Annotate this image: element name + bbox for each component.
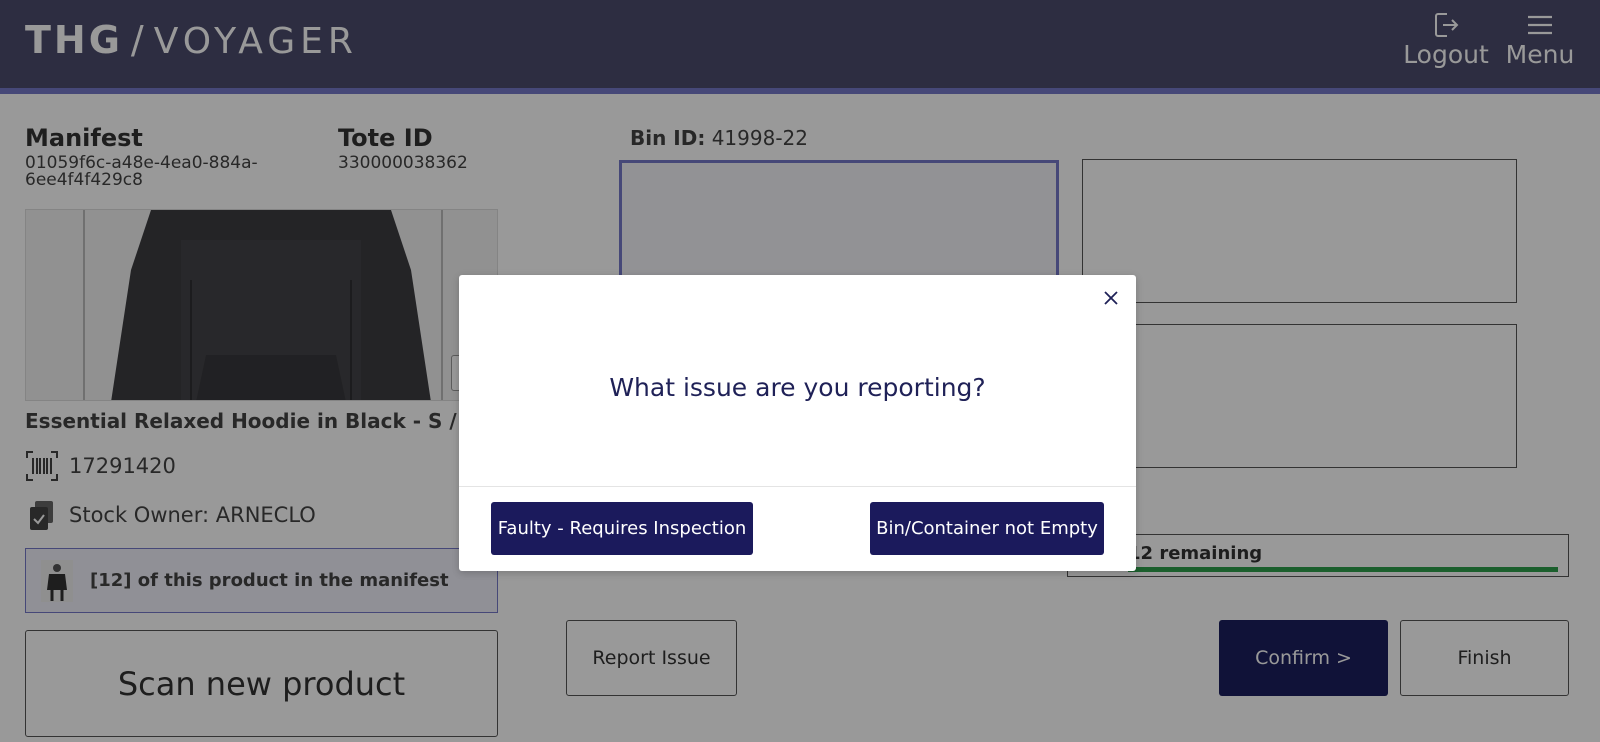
close-button[interactable] — [1098, 285, 1124, 311]
bin-container-not-empty-button[interactable]: Bin/Container not Empty — [870, 502, 1104, 555]
faulty-requires-inspection-button[interactable]: Faulty - Requires Inspection — [491, 502, 753, 555]
report-issue-dialog: What issue are you reporting? Faulty - R… — [459, 275, 1136, 571]
dialog-divider — [459, 486, 1136, 487]
close-icon — [1104, 291, 1118, 305]
dialog-question: What issue are you reporting? — [609, 373, 986, 402]
